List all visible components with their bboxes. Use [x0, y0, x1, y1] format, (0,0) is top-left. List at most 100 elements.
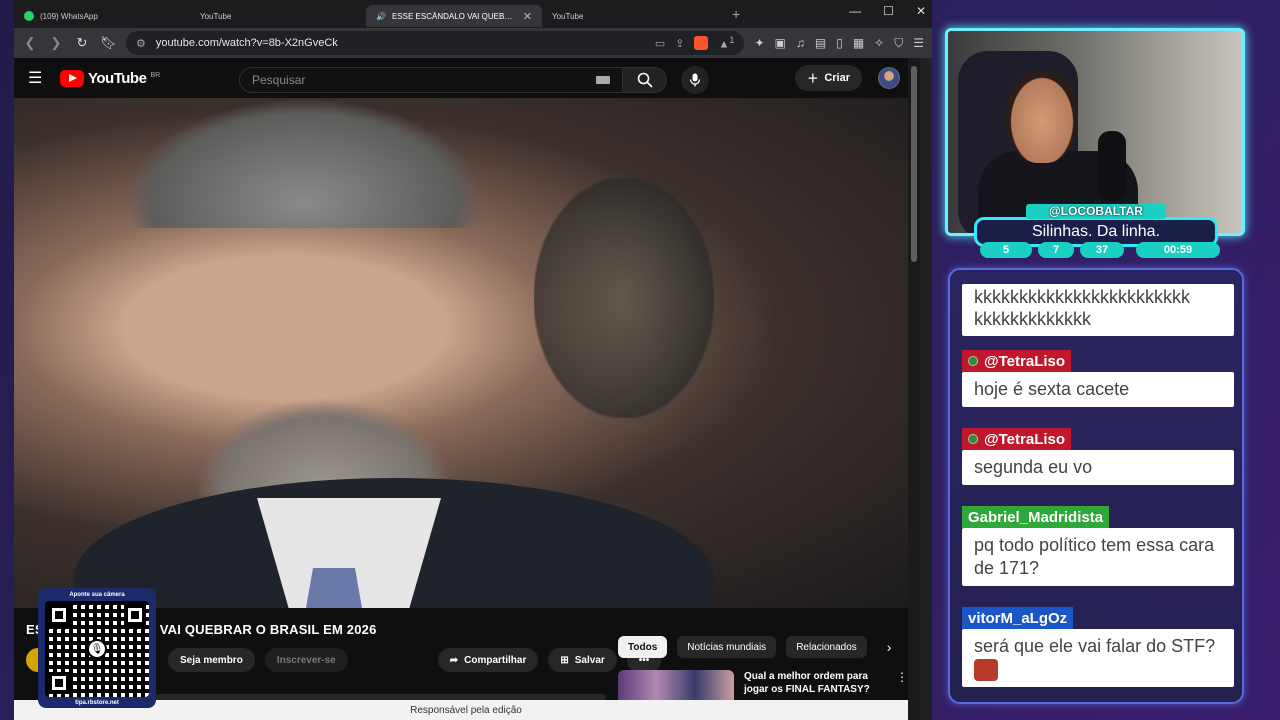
browser-toolbar: ❮ ❯ ↻ 🔖︎ ⚙︎ youtube.com/watch?v=8b-X2nGv… — [14, 28, 932, 58]
save-playlist-icon: ⊞ — [560, 654, 569, 666]
address-bar[interactable]: ⚙︎ youtube.com/watch?v=8b-X2nGveCk ▭ ⇪ ▲… — [126, 31, 745, 55]
chat-bubble: será que ele vai falar do STF? — [962, 629, 1234, 688]
qr-overlay: Aponte sua câmera 🎙︎ tipa.rbstore.net — [38, 588, 156, 708]
tab-youtube-2[interactable]: YouTube — [14, 5, 718, 68]
tab-video-active[interactable]: 🔊 ESSE ESCÂNDALO VAI QUEBRAR O ✕ — [14, 5, 542, 68]
header-actions: ＋ Criar — [795, 65, 900, 91]
video-player[interactable] — [14, 98, 918, 608]
chevron-right-icon[interactable]: › — [887, 639, 892, 655]
search-icon — [637, 72, 653, 88]
qr-microphone-icon: 🎙︎ — [87, 639, 107, 659]
extension-icons: ✦ ▣ ♫ ▤ ▯ ▦ ✧ ⛉ ☰ — [754, 36, 924, 51]
youtube-logo[interactable]: YouTube BR — [60, 69, 161, 87]
maximize-icon[interactable]: ☐ — [883, 4, 894, 18]
share-icon[interactable]: ⇪ — [675, 37, 684, 50]
country-code: BR — [150, 71, 161, 79]
stream-timer: 00:59 — [1136, 242, 1220, 258]
hamburger-menu-icon[interactable]: ☰ — [28, 68, 46, 88]
chat-message: kkkkkkkkkkkkkkkkkkkkkkkk kkkkkkkkkkkkk — [962, 284, 1234, 336]
logo-text: YouTube — [88, 69, 147, 87]
subscribe-button[interactable]: Inscrever-se — [264, 648, 348, 672]
speaker-icon: 🔊 — [376, 11, 386, 21]
cast-icon[interactable]: ▭ — [655, 37, 665, 50]
streamer-handle: @LOCOBALTAR — [1026, 204, 1166, 219]
subscribe-label: Inscrever-se — [276, 654, 336, 666]
forward-icon[interactable]: ❯ — [48, 35, 64, 51]
join-label: Seja membro — [180, 654, 243, 666]
media-icon[interactable]: ♫ — [796, 36, 805, 51]
chat-username: Gabriel_Madridista — [962, 506, 1110, 528]
tab-title: YouTube — [552, 11, 584, 21]
youtube-header: ☰ YouTube BR Pesquisar ＋ Criar — [14, 58, 920, 98]
wallet-icon[interactable]: ▦ — [853, 36, 864, 51]
video-frame-detail — [124, 98, 484, 228]
create-button[interactable]: ＋ Criar — [795, 65, 862, 91]
chat-text: será que ele vai falar do STF? — [974, 636, 1216, 656]
badge-icon — [968, 434, 978, 444]
chat-username: @TetraLiso — [962, 350, 1072, 372]
microphone-icon — [689, 73, 701, 87]
chip-related[interactable]: Relacionados — [786, 636, 867, 658]
window-controls: — ☐ ✕ — [849, 4, 926, 18]
chip-all[interactable]: Todos — [618, 636, 668, 658]
tab-title: ESSE ESCÂNDALO VAI QUEBRAR O — [391, 11, 517, 21]
whatsapp-icon — [24, 11, 34, 21]
video-title-suffix: VAI QUEBRAR O BRASIL EM 2026 — [159, 622, 377, 637]
save-button[interactable]: ⊞ Salvar — [548, 648, 617, 672]
search-input[interactable]: Pesquisar — [239, 67, 623, 93]
url-text: youtube.com/watch?v=8b-X2nGveCk — [155, 37, 338, 49]
vpn-icon[interactable]: ⛉ — [894, 36, 903, 51]
chat-message: Gabriel_Madridista pq todo político tem … — [962, 506, 1234, 586]
new-tab-button[interactable]: + — [732, 6, 740, 22]
chat-username: @TetraLiso — [962, 428, 1072, 450]
rewards-icon[interactable]: ▲1 — [718, 35, 734, 51]
background-blur — [534, 178, 714, 418]
extensions-icon[interactable]: ✦ — [754, 36, 764, 51]
search-bar: Pesquisar — [239, 66, 709, 94]
chat-panel: kkkkkkkkkkkkkkkkkkkkkkkk kkkkkkkkkkkkk @… — [948, 268, 1244, 704]
youtube-play-icon — [60, 69, 84, 87]
minimize-icon[interactable]: — — [849, 4, 861, 18]
site-info-icon[interactable]: ⚙︎ — [136, 37, 146, 50]
chat-message: @TetraLiso hoje é sexta cacete — [962, 350, 1234, 407]
badge-icon — [968, 356, 978, 366]
chat-username: vitorM_aLgOz — [962, 607, 1074, 629]
chat-text: pq todo político tem essa cara de 171? — [962, 528, 1234, 586]
voice-search-button[interactable] — [681, 66, 709, 94]
qr-finder — [48, 672, 70, 694]
page-scrollbar[interactable] — [908, 58, 920, 720]
screenshot-icon[interactable]: ▣ — [775, 36, 786, 51]
stat-2: 7 — [1038, 242, 1074, 258]
chat-text: kkkkkkkkkkkkkkkkkkkkkkkk kkkkkkkkkkkkk — [962, 284, 1234, 336]
search-button[interactable] — [623, 67, 667, 93]
menu-icon[interactable]: ☰ — [913, 36, 924, 51]
chat-message: vitorM_aLgOz será que ele vai falar do S… — [962, 607, 1234, 688]
chat-text: segunda eu vo — [962, 450, 1234, 485]
tab-youtube-1[interactable]: YouTube — [14, 5, 366, 68]
search-placeholder: Pesquisar — [252, 73, 306, 87]
tab-title: (109) WhatsApp — [40, 11, 98, 21]
keyboard-icon[interactable] — [596, 76, 610, 84]
share-button[interactable]: ➦ Compartilhar — [437, 648, 539, 672]
close-window-icon[interactable]: ✕ — [916, 4, 926, 18]
scrollbar-thumb[interactable] — [911, 66, 917, 262]
close-tab-icon[interactable]: ✕ — [523, 10, 532, 23]
sidebar-icon[interactable]: ▯ — [836, 36, 843, 51]
reload-icon[interactable]: ↻ — [74, 35, 90, 51]
back-icon[interactable]: ❮ — [22, 35, 38, 51]
username-text: @TetraLiso — [984, 352, 1066, 370]
rewards-badge: 1 — [729, 35, 735, 46]
share-label: Compartilhar — [464, 654, 527, 666]
reader-icon[interactable]: ▤ — [815, 36, 826, 51]
bookmark-icon[interactable]: 🔖︎ — [100, 35, 117, 51]
qr-finder — [124, 604, 146, 626]
share-arrow-icon: ➦ — [449, 654, 459, 666]
qr-code: 🎙︎ — [45, 601, 149, 697]
account-avatar[interactable] — [878, 67, 900, 89]
chip-world-news[interactable]: Notícias mundiais — [677, 636, 777, 658]
brave-shield-icon[interactable] — [694, 36, 709, 50]
save-label: Salvar — [574, 654, 605, 666]
join-button[interactable]: Seja membro — [168, 648, 255, 672]
tab-whatsapp[interactable]: (109) WhatsApp — [14, 5, 190, 27]
leo-icon[interactable]: ✧ — [874, 36, 884, 51]
